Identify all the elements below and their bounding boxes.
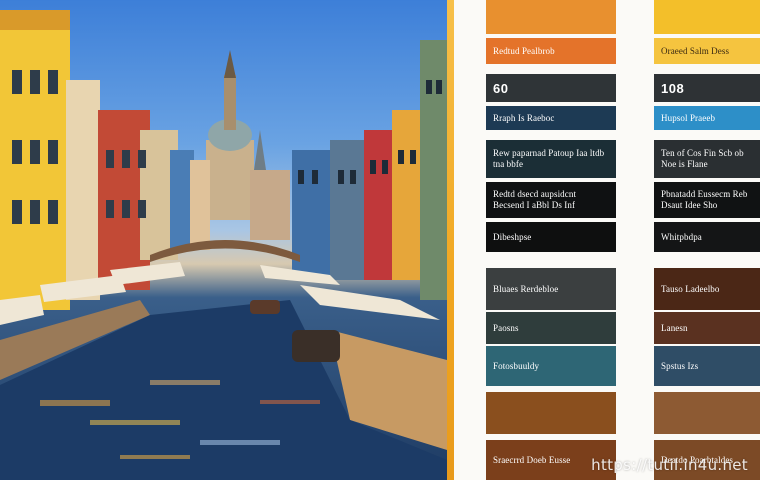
swatch-left-3: Rraph Is Raeboc [486,106,616,130]
swatch-right-6: Whitpbdpa [654,222,760,252]
watermark-url: https://tutil.in4u.net [591,456,748,474]
color-swatch-panel: Redtud Pealbrob 60 Rraph Is Raeboc Rew p… [480,0,760,480]
swatch-right-10 [654,392,760,434]
canal-scene-illustration [0,10,447,480]
swatch-right-7: Tauso Ladeelbo [654,268,760,310]
canal-city-photo [0,0,447,480]
swatch-right-1: Oraeed Salm Dess [654,38,760,64]
swatch-left-0 [486,0,616,34]
swatch-right-3: Hupsol Praeeb [654,106,760,130]
swatch-left-9: Fotosbuuldy [486,346,616,386]
swatch-left-6: Dibeshpse [486,222,616,252]
swatch-left-2: 60 [486,74,616,102]
swatch-right-2: 108 [654,74,760,102]
boat [250,300,280,314]
swatch-left-10 [486,392,616,434]
swatch-left-5: Redtd dsecd aupsidcnt Becsend I aBbl Ds … [486,182,616,218]
boat [292,330,340,362]
swatch-right-0 [654,0,760,34]
swatch-right-9: Spstus Izs [654,346,760,386]
swatch-left-1: Redtud Pealbrob [486,38,616,64]
right-buildings [292,40,447,300]
panel-margin [454,0,480,480]
divider-strip [447,0,454,480]
domed-church [206,50,290,240]
swatch-left-8: Paosns [486,312,616,344]
swatch-right-8: Lanesn [654,312,760,344]
swatch-right-4: Ten of Cos Fin Scb ob Noe is Flane [654,140,760,178]
swatch-left-7: Bluaes Rerdebloe [486,268,616,310]
swatch-right-5: Pbnatadd Eussecm Reb Dsaut Idee Sho [654,182,760,218]
swatch-left-4: Rew paparnad Patoup Iaa ltdb tna bbfe [486,140,616,178]
